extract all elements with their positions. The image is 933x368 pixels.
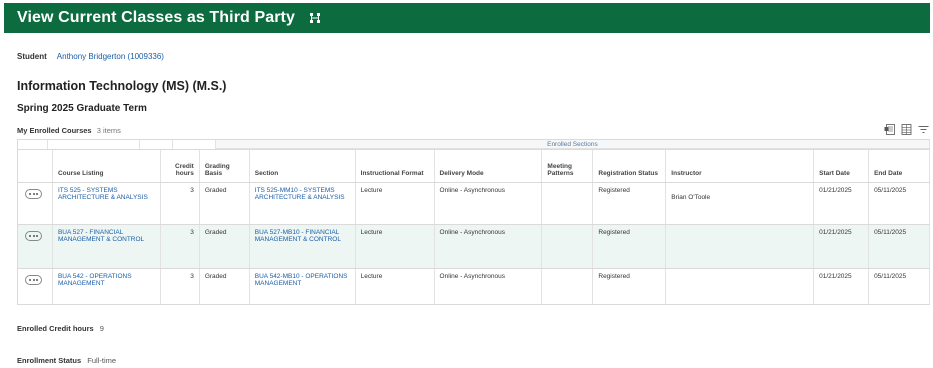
instructional-format: Lecture xyxy=(356,225,435,268)
group-spacer-action xyxy=(18,140,48,149)
credit-hours-value: 9 xyxy=(99,324,104,333)
instructional-format: Lecture xyxy=(356,183,435,224)
filter-icon[interactable] xyxy=(918,124,929,135)
table-row: ITS 525 - SYSTEMS ARCHITECTURE & ANALYSI… xyxy=(18,183,930,225)
header-instructional-format[interactable]: Instructional Format xyxy=(356,150,435,182)
start-date: 01/21/2025 xyxy=(814,269,870,304)
section-link[interactable]: ITS 525-MM10 - SYSTEMS ARCHITECTURE & AN… xyxy=(250,183,356,224)
meeting-patterns xyxy=(542,183,594,224)
enrollment-status-label: Enrollment Status xyxy=(17,356,82,365)
start-date: 01/21/2025 xyxy=(814,183,870,224)
course-listing-link[interactable]: BUA 527 - FINANCIAL MANAGEMENT & CONTROL xyxy=(53,225,161,268)
student-row: Student Anthony Bridgerton (1009336) xyxy=(17,52,164,61)
header-delivery-mode[interactable]: Delivery Mode xyxy=(435,150,543,182)
table-row: BUA 542 - OPERATIONS MANAGEMENT 3 Graded… xyxy=(18,269,930,304)
export-excel-icon[interactable] xyxy=(884,124,895,135)
registration-status: Registered xyxy=(593,269,667,304)
grid-header-row: Course Listing Credit hours Grading Basi… xyxy=(18,150,930,183)
enrolled-credit-hours: Enrolled Credit hours 9 xyxy=(17,324,104,333)
page-title: View Current Classes as Third Party xyxy=(17,9,295,26)
grid-group-header: Enrolled Sections xyxy=(18,140,930,150)
row-actions-cell xyxy=(18,183,53,224)
credit-hours: 3 xyxy=(161,269,200,304)
table-row: BUA 527 - FINANCIAL MANAGEMENT & CONTROL… xyxy=(18,225,930,269)
row-actions-cell xyxy=(18,269,53,304)
header-credit-hours[interactable]: Credit hours xyxy=(161,150,200,182)
related-actions-icon[interactable] xyxy=(25,231,42,241)
group-spacer-course xyxy=(48,140,140,149)
course-listing-link[interactable]: BUA 542 - OPERATIONS MANAGEMENT xyxy=(53,269,161,304)
page-header: View Current Classes as Third Party xyxy=(4,3,930,33)
enrolled-sections-group-label: Enrolled Sections xyxy=(215,140,930,149)
delivery-mode: Online - Asynchronous xyxy=(435,183,543,224)
delivery-mode: Online - Asynchronous xyxy=(435,225,543,268)
header-section[interactable]: Section xyxy=(250,150,356,182)
grading-basis: Graded xyxy=(200,183,250,224)
delivery-mode: Online - Asynchronous xyxy=(435,269,543,304)
related-actions-icon[interactable] xyxy=(25,189,42,199)
header-meeting-patterns[interactable]: Meeting Patterns xyxy=(542,150,594,182)
registration-status: Registered xyxy=(593,183,667,224)
enrollment-status: Enrollment Status Full-time xyxy=(17,356,116,365)
end-date: 05/11/2025 xyxy=(869,183,930,224)
registration-status: Registered xyxy=(593,225,667,268)
credit-hours: 3 xyxy=(161,183,200,224)
header-instructor[interactable]: Instructor xyxy=(666,150,815,182)
student-label: Student xyxy=(17,52,47,61)
header-grading-basis[interactable]: Grading Basis xyxy=(200,150,250,182)
table-view-icon[interactable] xyxy=(901,124,912,135)
end-date: 05/11/2025 xyxy=(869,269,930,304)
end-date: 05/11/2025 xyxy=(869,225,930,268)
related-actions-icon[interactable] xyxy=(25,275,42,285)
grid-toolbar xyxy=(884,124,929,135)
enrollment-status-value: Full-time xyxy=(87,356,117,365)
meeting-patterns xyxy=(542,225,594,268)
enrolled-courses-title: My Enrolled Courses 3 items xyxy=(17,126,121,135)
group-spacer-credit xyxy=(140,140,174,149)
header-registration-status[interactable]: Registration Status xyxy=(593,150,667,182)
header-action xyxy=(18,150,53,182)
header-start-date[interactable]: Start Date xyxy=(814,150,870,182)
credit-hours-label: Enrolled Credit hours xyxy=(17,324,94,333)
section-link[interactable]: BUA 542-MB10 - OPERATIONS MANAGEMENT xyxy=(250,269,356,304)
enrolled-title-label: My Enrolled Courses xyxy=(17,126,92,135)
course-listing-link[interactable]: ITS 525 - SYSTEMS ARCHITECTURE & ANALYSI… xyxy=(53,183,161,224)
student-link[interactable]: Anthony Bridgerton (1009336) xyxy=(57,52,164,61)
enrolled-count: 3 items xyxy=(96,126,121,135)
grading-basis: Graded xyxy=(200,269,250,304)
header-end-date[interactable]: End Date xyxy=(869,150,930,182)
enrolled-courses-grid: Enrolled Sections Course Listing Credit … xyxy=(17,139,930,305)
instructor: Brian O'Toole xyxy=(666,183,815,224)
group-spacer-grading xyxy=(173,140,216,149)
credit-hours: 3 xyxy=(161,225,200,268)
instructional-format: Lecture xyxy=(356,269,435,304)
section-link[interactable]: BUA 527-MB10 - FINANCIAL MANAGEMENT & CO… xyxy=(250,225,356,268)
term-heading: Spring 2025 Graduate Term xyxy=(17,103,147,114)
instructor xyxy=(666,269,815,304)
row-actions-cell xyxy=(18,225,53,268)
grading-basis: Graded xyxy=(200,225,250,268)
meeting-patterns xyxy=(542,269,594,304)
instructor xyxy=(666,225,815,268)
org-chart-icon[interactable] xyxy=(309,12,321,24)
header-course-listing[interactable]: Course Listing xyxy=(53,150,161,182)
start-date: 01/21/2025 xyxy=(814,225,870,268)
program-heading: Information Technology (MS) (M.S.) xyxy=(17,79,227,93)
